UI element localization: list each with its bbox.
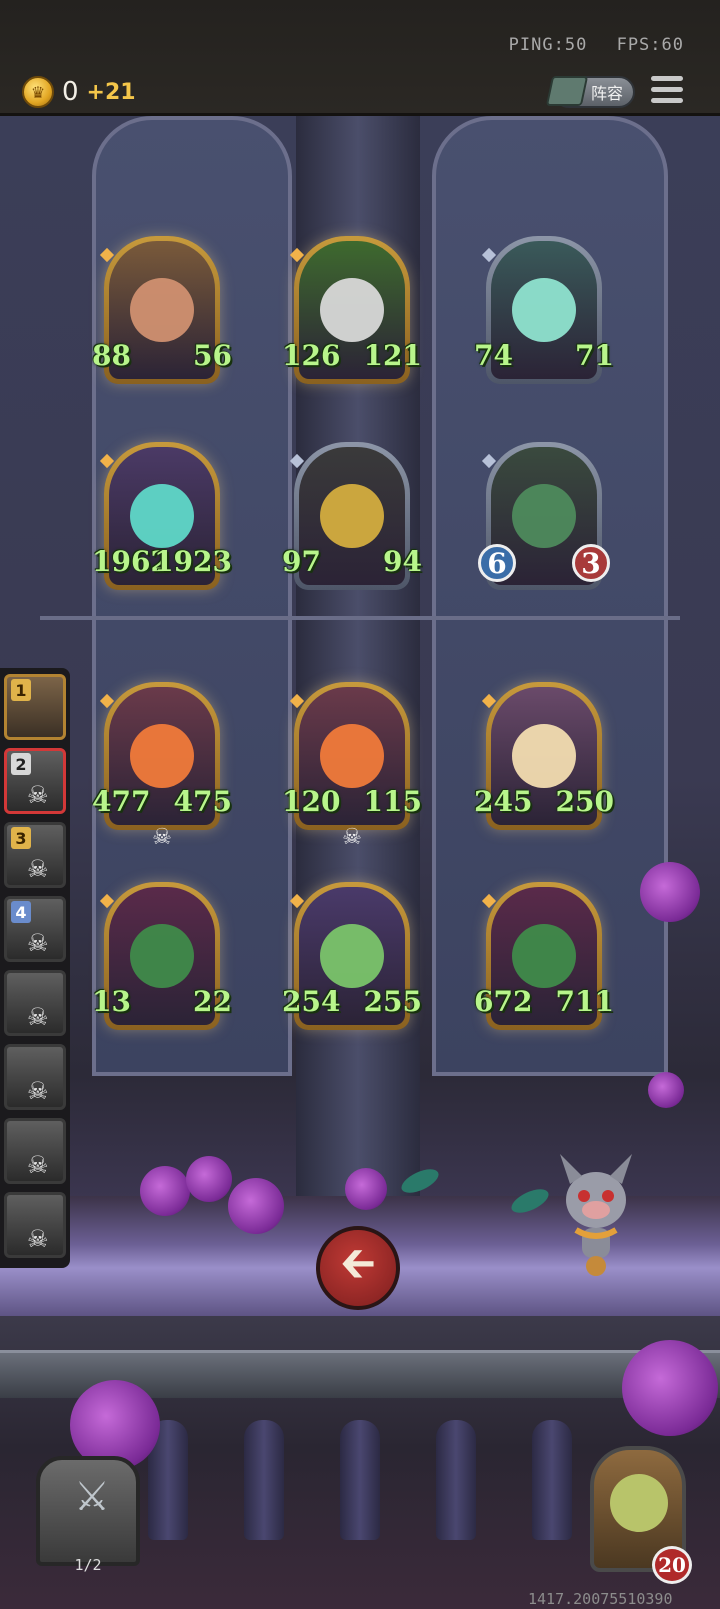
lineup-label: 阵容 [590,84,623,103]
roster-slot[interactable]: 4 ☠ [4,896,66,962]
build-id: 1417.20075510390 [528,1590,673,1608]
unit-card-blonde-fairy[interactable]: 245 250 [474,682,614,830]
unit-health: 71 [575,339,614,372]
rose-decoration [228,1178,284,1234]
unit-attack: 88 [92,339,131,372]
unit-card-lily-dryad[interactable]: 254 255 [282,882,422,1030]
rose-decoration [345,1168,387,1210]
skull-icon: ☠ [27,1077,49,1105]
bat-pet[interactable] [556,1150,636,1280]
spirit-wolf-icon [130,484,194,548]
roster-slot[interactable]: ☠ [4,970,66,1036]
gold-display: ♛ 0 +21 [22,76,136,108]
unit-attack: 477 [92,785,151,818]
unit-attack: 245 [474,785,533,818]
rose-decoration [140,1166,190,1216]
lineup-button[interactable]: 阵容 [545,76,635,108]
cat-hero-icon [610,1474,668,1532]
skull-icon: ☠ [27,929,49,957]
unit-health: 56 [193,339,232,372]
rose-decoration [648,1072,684,1108]
unit-attack: 126 [282,339,341,372]
unit-health: 22 [193,985,232,1018]
book-icon [545,76,589,106]
skull-icon: ☠ [27,1151,49,1179]
unit-card-golden-automaton[interactable]: 97 94 [282,442,422,590]
roster-slot[interactable]: 1 [4,674,66,740]
roster-slot[interactable]: 2 ☠ [4,748,66,814]
unit-card-spirit-wolf[interactable]: 1962 1923 [92,442,232,590]
rose-witch-a-icon [130,924,194,988]
unit-health: 711 [555,985,614,1018]
unit-health: 1923 [154,545,232,578]
roster-slot[interactable]: ☠ [4,1118,66,1184]
unit-attack: 120 [282,785,341,818]
player-roster: 1 2 ☠ 3 ☠ 4 ☠ ☠ ☠ ☠ ☠ [0,668,70,1268]
rose-decoration [186,1156,232,1202]
unit-card-green-bird[interactable]: 63 [478,442,610,590]
roster-rank: 4 [11,901,31,923]
unit-health: 115 [363,785,422,818]
hero-health: 20 [652,1546,692,1584]
rose-decoration [622,1340,718,1436]
unit-card-ogre-minion[interactable]: 88 56 [92,236,232,384]
skull-icon: ☠ [152,825,172,850]
unit-attack: 13 [92,985,131,1018]
unit-attack: 74 [474,339,513,372]
golden-automaton-icon [320,484,384,548]
unit-attack: 672 [474,985,533,1018]
unit-card-husky-miner[interactable]: 126 121 [282,236,422,384]
roster-rank: 3 [11,827,31,849]
hamburger-menu-icon[interactable] [651,76,683,106]
rose-witch-b-icon [512,924,576,988]
unit-health: 121 [363,339,422,372]
skull-icon: ☠ [342,825,362,850]
blonde-fairy-icon [512,724,576,788]
unit-health: 3 [572,544,610,582]
ogre-minion-icon [130,278,194,342]
unit-health: 255 [363,985,422,1018]
unit-health: 250 [555,785,614,818]
window-mullion [40,616,680,620]
network-stats: PING:50 FPS:60 [491,35,684,55]
ping-readout: PING:50 [508,35,588,55]
axe-icon: ⚔ [74,1474,110,1520]
unit-attack: 6 [478,544,516,582]
roster-rank: 1 [11,679,31,701]
fire-elf-a-icon [130,724,194,788]
chest-count: 1/2 [74,1556,102,1574]
unit-card-rose-witch-b[interactable]: 672 711 [474,882,614,1030]
roster-slot[interactable]: 3 ☠ [4,822,66,888]
fps-readout: FPS:60 [616,35,684,55]
unit-health: 94 [383,545,422,578]
unit-card-ghost-skeleton[interactable]: 74 71 [474,236,614,384]
gold-amount: 0 [62,77,79,107]
top-bar: PING:50 FPS:60 ♛ 0 +21 阵容 [0,0,720,116]
roster-slot[interactable]: ☠ [4,1044,66,1110]
crown-coin-icon: ♛ [22,76,54,108]
armory-chest[interactable]: ⚔ [36,1456,140,1566]
husky-miner-icon [320,278,384,342]
balusters [120,1420,600,1540]
unit-attack: 97 [282,545,321,578]
lily-dryad-icon [320,924,384,988]
skull-icon: ☠ [27,1225,49,1253]
unit-health: 475 [173,785,232,818]
green-bird-icon [512,484,576,548]
rose-decoration [640,862,700,922]
ghost-skeleton-icon [512,278,576,342]
return-button[interactable]: 🡰 [316,1226,400,1310]
roster-rank: 2 [11,753,31,775]
arrow-left-icon: 🡰 [340,1237,376,1289]
unit-card-fire-elf-a[interactable]: 477 475 ☠ [92,682,232,850]
unit-card-rose-witch-a[interactable]: 13 22 [92,882,232,1030]
unit-attack: 254 [282,985,341,1018]
unit-card-fire-elf-b[interactable]: 120 115 ☠ [282,682,422,850]
skull-icon: ☠ [27,1003,49,1031]
skull-icon: ☠ [27,855,49,883]
gold-income: +21 [86,79,136,105]
fire-elf-b-icon [320,724,384,788]
skull-icon: ☠ [27,781,49,809]
roster-slot[interactable]: ☠ [4,1192,66,1258]
